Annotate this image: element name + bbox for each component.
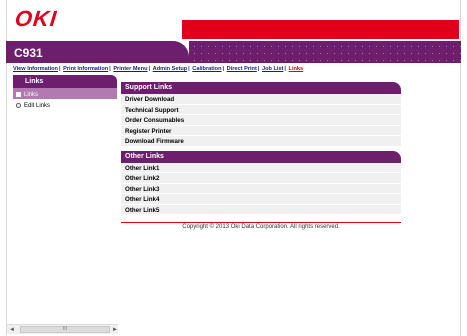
- nav-printer-menu[interactable]: Printer Menu: [113, 66, 147, 72]
- link-technical-support[interactable]: Technical Support: [121, 104, 401, 115]
- sidebar-item-label: Links: [24, 91, 39, 98]
- top-navigation: View Information| Print Information| Pri…: [13, 66, 304, 72]
- nav-view-information[interactable]: View Information: [13, 66, 58, 72]
- nav-direct-print[interactable]: Direct Print: [227, 66, 257, 72]
- footer-divider: [121, 222, 401, 223]
- link-driver-download[interactable]: Driver Download: [121, 94, 401, 105]
- scroll-left-icon[interactable]: ◄: [8, 326, 16, 334]
- section-title-other-links: Other Links: [121, 150, 401, 163]
- link-register-printer[interactable]: Register Printer: [121, 125, 401, 136]
- sidebar-item-links[interactable]: Links: [13, 88, 117, 99]
- sidebar-title: Links: [13, 75, 117, 88]
- nav-calibration[interactable]: Calibration: [192, 66, 221, 72]
- model-name: C931: [6, 41, 189, 63]
- header-dot-pattern: [189, 41, 461, 63]
- copyright-text: Copyright © 2013 Oki Data Corporation. A…: [182, 224, 340, 230]
- main-content: Support Links Driver Download Technical …: [121, 82, 401, 215]
- scrollbar-thumb[interactable]: III: [20, 326, 110, 333]
- sidebar: Links Links Edit Links: [13, 75, 117, 110]
- link-other-link2[interactable]: Other Link2: [121, 173, 401, 184]
- page-header: C931: [6, 41, 461, 63]
- square-bullet-icon: [16, 92, 21, 97]
- link-order-consumables[interactable]: Order Consumables: [121, 115, 401, 126]
- oki-logo: OKI: [13, 6, 59, 31]
- nav-print-information[interactable]: Print Information: [63, 66, 108, 72]
- header-red-bar: [182, 20, 459, 39]
- nav-links[interactable]: Links: [289, 66, 304, 72]
- section-title-support-links: Support Links: [121, 82, 401, 94]
- scroll-right-icon[interactable]: ►: [111, 326, 119, 334]
- nav-admin-setup[interactable]: Admin Setup: [153, 66, 188, 72]
- link-other-link5[interactable]: Other Link5: [121, 204, 401, 215]
- horizontal-scrollbar[interactable]: ◄ III ►: [7, 324, 118, 334]
- nav-job-list[interactable]: Job List: [262, 66, 283, 72]
- circle-bullet-icon: [16, 103, 21, 108]
- sidebar-item-edit-links[interactable]: Edit Links: [13, 99, 117, 110]
- link-download-firmware[interactable]: Download Firmware: [121, 136, 401, 147]
- sidebar-item-label: Edit Links: [24, 102, 51, 109]
- link-other-link3[interactable]: Other Link3: [121, 183, 401, 194]
- link-other-link4[interactable]: Other Link4: [121, 194, 401, 205]
- link-other-link1[interactable]: Other Link1: [121, 162, 401, 173]
